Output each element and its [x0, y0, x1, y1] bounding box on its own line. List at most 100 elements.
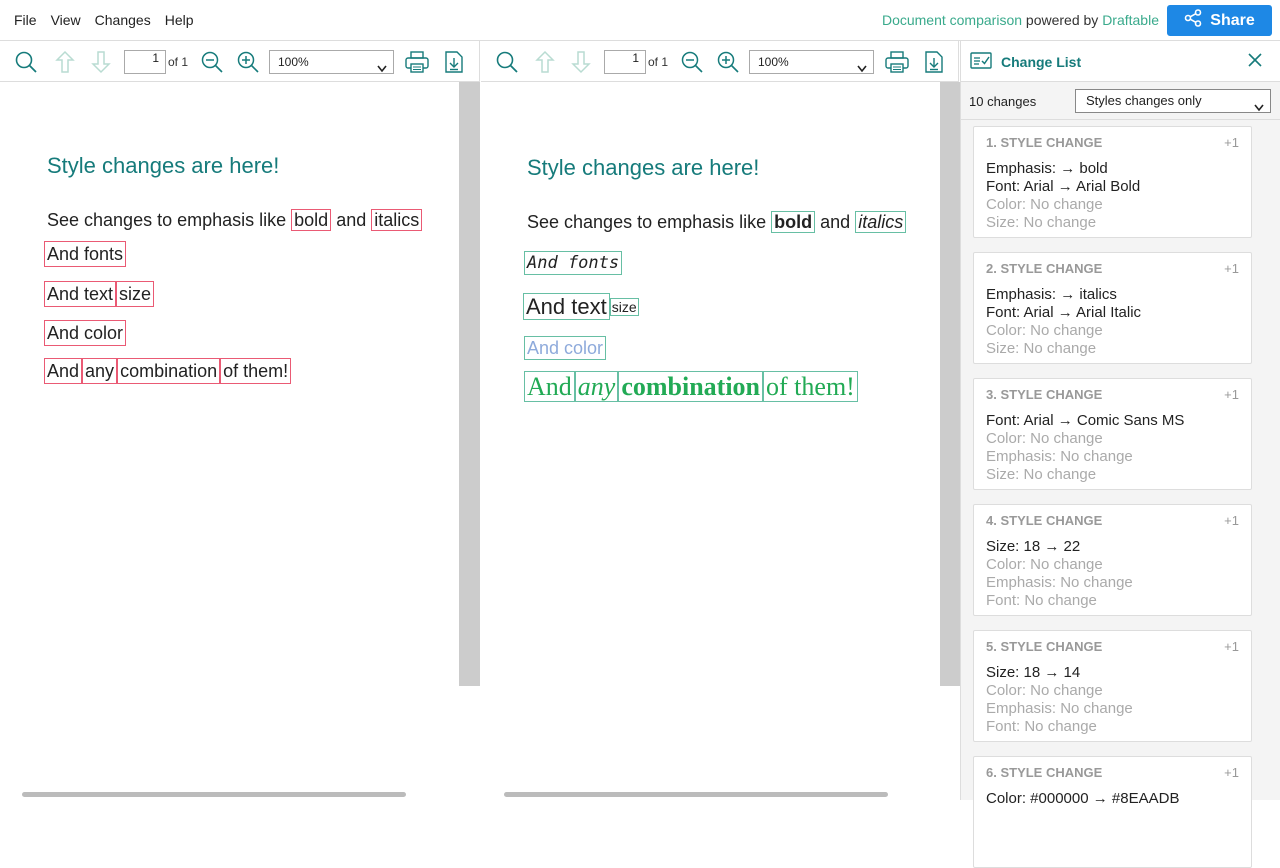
change-detail-unchanged: Font: No change [986, 718, 1097, 735]
deleted-combination[interactable]: combination [117, 358, 221, 384]
search-icon[interactable] [494, 49, 520, 75]
deleted-size[interactable]: size [116, 281, 155, 307]
right-toolbar: 1 of 1 100% [481, 41, 959, 82]
change-list-header: Change List [961, 41, 1280, 82]
download-icon[interactable] [441, 49, 467, 75]
zoom-select[interactable]: 100% [269, 50, 394, 74]
inserted-fonts[interactable]: And fonts [524, 251, 623, 275]
close-icon[interactable] [1248, 53, 1262, 72]
change-filter-bar: 10 changes Styles changes only [961, 82, 1280, 120]
page-number-input[interactable]: 1 [604, 50, 646, 74]
change-card-count: +1 [1224, 387, 1239, 402]
deleted-fonts[interactable]: And fonts [44, 241, 127, 267]
zoom-out-icon[interactable] [679, 49, 705, 75]
deleted-and[interactable]: And [44, 358, 83, 384]
change-card-count: +1 [1224, 513, 1239, 528]
change-card-count: +1 [1224, 261, 1239, 276]
doc-line-color: And color [524, 336, 607, 360]
inserted-of-them[interactable]: of them! [763, 371, 858, 402]
doc-line-color: And color [44, 320, 127, 346]
brand-company[interactable]: Draftable [1102, 12, 1159, 28]
menu-changes[interactable]: Changes [95, 12, 151, 28]
change-filter-value: Styles changes only [1086, 93, 1202, 108]
change-card[interactable]: 5. STYLE CHANGE +1 Size: 18 → 14 Color: No … [973, 630, 1252, 742]
change-card[interactable]: 3. STYLE CHANGE +1 Font: Arial → Comic San… [973, 378, 1252, 490]
inserted-any[interactable]: any [574, 371, 619, 402]
change-card-header: 6. STYLE CHANGE +1 [986, 765, 1239, 780]
change-card[interactable]: 1. STYLE CHANGE +1 Emphasis: → bold Font: A… [973, 126, 1252, 238]
deleted-bold[interactable]: bold [291, 209, 332, 231]
menu-help[interactable]: Help [165, 12, 194, 28]
right-horizontal-scrollbar[interactable] [504, 792, 888, 797]
change-card[interactable]: 6. STYLE CHANGE +1 Color: #000000 → #8EAAD… [973, 756, 1252, 868]
change-detail: Emphasis: → bold [986, 160, 1108, 177]
share-button[interactable]: Share [1167, 5, 1272, 36]
change-card-title: 6. STYLE CHANGE [986, 765, 1103, 780]
next-change-icon[interactable] [568, 49, 594, 75]
menu-file[interactable]: File [14, 12, 37, 28]
change-list-icon [970, 51, 992, 76]
zoom-in-icon[interactable] [235, 49, 261, 75]
change-card-header: 5. STYLE CHANGE +1 [986, 639, 1239, 654]
change-filter-select[interactable]: Styles changes only [1075, 89, 1271, 113]
page-count: of 1 [168, 55, 189, 69]
print-icon[interactable] [404, 49, 430, 75]
change-card-count: +1 [1224, 135, 1239, 150]
deleted-and-text[interactable]: And text [44, 281, 117, 307]
left-horizontal-scrollbar[interactable] [22, 792, 406, 797]
search-icon[interactable] [13, 49, 39, 75]
share-label: Share [1210, 11, 1255, 29]
change-card-title: 2. STYLE CHANGE [986, 261, 1103, 276]
text: and [331, 210, 372, 230]
inserted-and[interactable]: And [524, 371, 575, 402]
change-detail-unchanged: Font: No change [986, 592, 1097, 609]
deleted-any[interactable]: any [82, 358, 118, 384]
zoom-out-icon[interactable] [199, 49, 225, 75]
change-card[interactable]: 4. STYLE CHANGE +1 Size: 18 → 22 Color: No … [973, 504, 1252, 616]
page-number-input[interactable]: 1 [124, 50, 166, 74]
change-card-title: 5. STYLE CHANGE [986, 639, 1103, 654]
deleted-italics[interactable]: italics [371, 209, 423, 231]
inserted-italics[interactable]: italics [855, 211, 907, 233]
left-vertical-scrollbar[interactable] [459, 82, 480, 686]
change-detail-unchanged: Color: No change [986, 682, 1103, 699]
change-detail-unchanged: Size: No change [986, 466, 1097, 483]
change-detail-unchanged: Emphasis: No change [986, 700, 1133, 717]
doc-title: Style changes are here! [527, 155, 760, 180]
change-detail: Size: 18 → 22 [986, 538, 1081, 555]
doc-line-fonts: And fonts [44, 241, 127, 267]
previous-change-icon[interactable] [532, 49, 558, 75]
deleted-color[interactable]: And color [44, 320, 127, 346]
change-detail: Size: 18 → 14 [986, 664, 1081, 681]
change-detail-unchanged: Color: No change [986, 322, 1103, 339]
right-vertical-scrollbar[interactable] [940, 82, 961, 686]
change-detail-unchanged: Emphasis: No change [986, 574, 1133, 591]
change-detail: Font: Arial → Comic Sans MS [986, 412, 1185, 429]
inserted-combination[interactable]: combination [618, 371, 764, 402]
change-card[interactable]: 2. STYLE CHANGE +1 Emphasis: → italics Font… [973, 252, 1252, 364]
text: and [815, 212, 856, 232]
change-card-count: +1 [1224, 639, 1239, 654]
print-icon[interactable] [884, 49, 910, 75]
left-document: Style changes are here! See changes to e… [0, 82, 459, 800]
menu-view[interactable]: View [51, 12, 81, 28]
next-change-icon[interactable] [88, 49, 114, 75]
inserted-color[interactable]: And color [524, 336, 607, 360]
change-card-header: 3. STYLE CHANGE +1 [986, 387, 1239, 402]
inserted-size[interactable]: size [609, 298, 639, 316]
inserted-and-text[interactable]: And text [523, 293, 610, 320]
zoom-select[interactable]: 100% [749, 50, 874, 74]
menu-bar: File View Changes Help Document comparis… [0, 0, 1280, 41]
zoom-value: 100% [278, 55, 309, 69]
brand-product[interactable]: Document comparison [882, 12, 1022, 28]
left-toolbar: 1 of 1 100% [0, 41, 480, 82]
deleted-of-them[interactable]: of them! [220, 358, 292, 384]
inserted-bold[interactable]: bold [771, 211, 816, 233]
zoom-in-icon[interactable] [715, 49, 741, 75]
change-detail: Color: #000000 → #8EAADB [986, 790, 1180, 807]
download-icon[interactable] [921, 49, 947, 75]
right-document: Style changes are here! See changes to e… [481, 82, 940, 800]
previous-change-icon[interactable] [52, 49, 78, 75]
doc-title: Style changes are here! [47, 153, 280, 178]
doc-line-fonts: And fonts [524, 251, 623, 275]
